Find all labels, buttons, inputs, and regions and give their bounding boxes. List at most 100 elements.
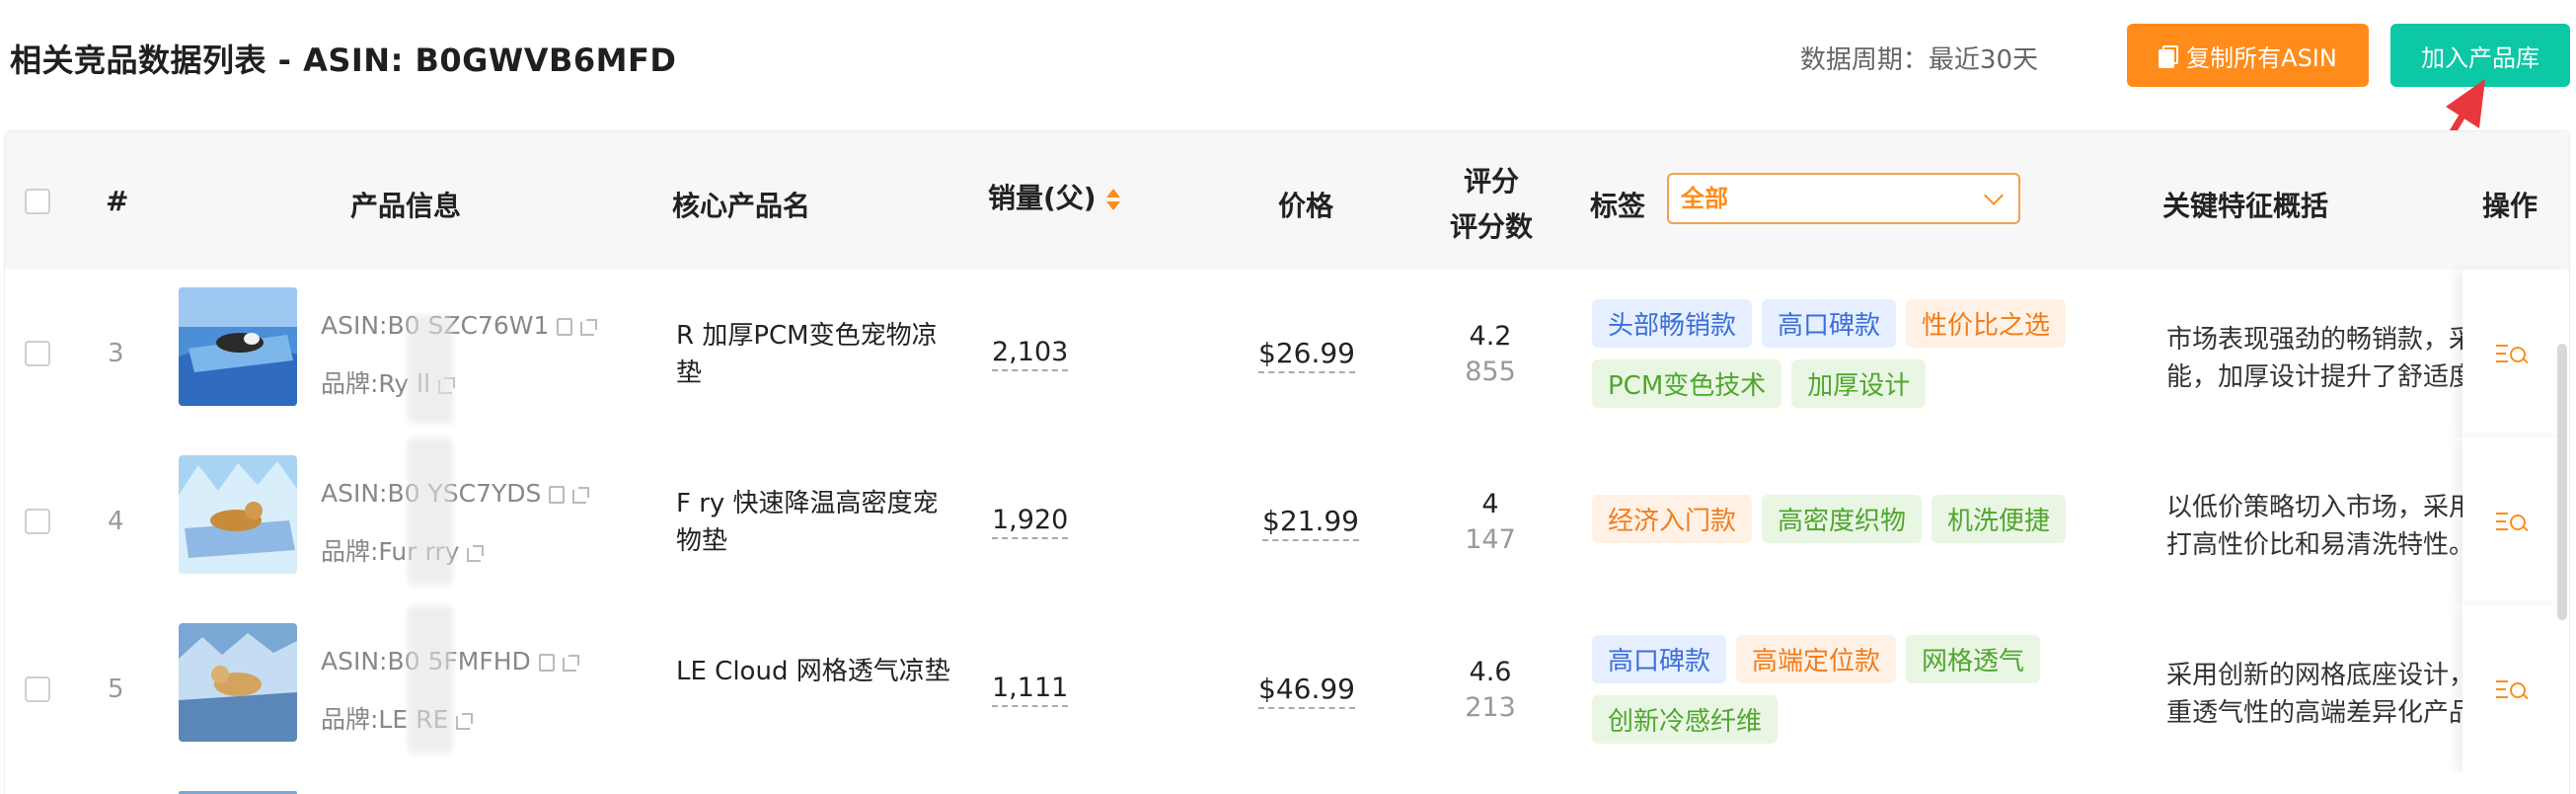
column-rating-label: 评分 xyxy=(1463,165,1519,198)
product-thumbnail[interactable] xyxy=(179,623,297,742)
external-link-icon[interactable] xyxy=(572,487,590,504)
external-link-icon[interactable] xyxy=(467,545,485,562)
rating-value: 4 xyxy=(1481,489,1499,519)
column-core-name: 核心产品名 xyxy=(672,190,811,222)
tag: 加厚设计 xyxy=(1791,359,1927,408)
rating-count: 147 xyxy=(1465,524,1516,555)
feature-line: 以低价策略切入市场，采用 xyxy=(2166,493,2462,522)
copy-icon[interactable] xyxy=(557,318,573,336)
column-rating-count-label: 评分数 xyxy=(1449,210,1533,243)
view-details-icon[interactable] xyxy=(2496,341,2529,364)
column-product-info: 产品信息 xyxy=(350,190,462,222)
tag: 高口碑款 xyxy=(1592,635,1727,683)
feature-line: 采用创新的网格底座设计， xyxy=(2166,661,2462,690)
external-link-icon[interactable] xyxy=(456,713,474,730)
competitor-table: # 产品信息 核心产品名 销量(父) 价格 评分 评分数 标签 全部 关键特征概… xyxy=(4,130,2570,794)
tag: 网格透气 xyxy=(1906,635,2041,683)
rating-value: 4.2 xyxy=(1469,321,1512,352)
ops-cell xyxy=(2462,437,2569,605)
core-product-name: LE Cloud 网格透气凉垫 xyxy=(676,657,950,686)
tag: 创新冷感纤维 xyxy=(1592,695,1779,744)
tag: PCM变色技术 xyxy=(1592,359,1782,408)
feature-line: 打高性价比和易清洗特性。 xyxy=(2166,530,2462,560)
price-value: $21.99 xyxy=(1262,505,1359,541)
tag-list: 高口碑款 高端定位款 网格透气创新冷感纤维 xyxy=(1592,635,2105,755)
feature-line: 能，加厚设计提升了舒适度 xyxy=(2166,362,2462,392)
copy-all-asin-label: 复制所有ASIN xyxy=(2186,43,2337,72)
column-tags: 标签 xyxy=(1590,190,1646,222)
tag-list: 经济入门款 高密度织物 机洗便捷 xyxy=(1592,495,2105,555)
table-row-partial xyxy=(5,773,2569,794)
tag-list: 头部畅销款 高口碑款 性价比之选 PCM变色技术 加厚设计 xyxy=(1592,299,2105,420)
price-value: $26.99 xyxy=(1258,337,1355,373)
tag-filter-select[interactable]: 全部 xyxy=(1667,173,2020,224)
feature-line: 市场表现强劲的畅销款，采 xyxy=(2166,325,2462,355)
row-checkbox[interactable] xyxy=(25,676,50,702)
feature-line: 重透气性的高端差异化产品 xyxy=(2166,698,2462,728)
tag: 高端定位款 xyxy=(1736,635,1897,683)
product-brand: 品牌:Fur rry xyxy=(321,532,485,568)
core-product-name: F ry 快速降温高密度宠物垫 xyxy=(676,489,939,556)
column-sales[interactable]: 销量(父) xyxy=(988,177,1120,216)
copy-icon[interactable] xyxy=(538,654,555,672)
row-number: 4 xyxy=(108,507,124,536)
product-asin: ASIN:B0 SZC76W1 xyxy=(321,311,598,340)
vertical-scrollbar[interactable] xyxy=(2557,344,2567,620)
tag: 高口碑款 xyxy=(1762,299,1897,348)
copy-all-asin-button[interactable]: 复制所有ASIN xyxy=(2127,24,2369,87)
view-details-icon[interactable] xyxy=(2496,509,2529,532)
column-number: # xyxy=(106,185,129,217)
page-title: 相关竞品数据列表 - ASIN: B0GWVB6MFD xyxy=(10,41,677,79)
column-ops: 操作 xyxy=(2482,190,2538,222)
row-number: 5 xyxy=(108,675,124,704)
redaction-blur xyxy=(408,605,453,754)
product-thumbnail[interactable] xyxy=(179,287,297,406)
select-all-checkbox[interactable] xyxy=(25,189,50,214)
rating-cell: 4.2 855 xyxy=(1426,319,1554,390)
sort-icon[interactable] xyxy=(1105,187,1120,212)
row-checkbox[interactable] xyxy=(25,509,50,534)
rating-cell: 4.6 213 xyxy=(1426,655,1554,726)
sales-value: 1,111 xyxy=(992,673,1069,707)
table-row: 4 ASIN:B0 YSC7YDS 品牌:Fur rry F ry 快速降温高密… xyxy=(5,437,2569,606)
tag: 机洗便捷 xyxy=(1932,495,2067,543)
column-sales-label: 销量(父) xyxy=(988,182,1097,214)
row-checkbox[interactable] xyxy=(25,341,50,366)
price-value: $46.99 xyxy=(1258,673,1355,709)
app-root: { "header": { "title": "相关竞品数据列表 - ASIN:… xyxy=(0,0,2576,794)
redaction-blur xyxy=(408,437,453,586)
tag-filter-value: 全部 xyxy=(1681,185,1728,212)
product-asin: ASIN:B0 YSC7YDS xyxy=(321,479,590,508)
copy-icon[interactable] xyxy=(549,486,566,504)
rating-count: 213 xyxy=(1465,692,1516,723)
feature-summary: 采用创新的网格底座设计， 重透气性的高端差异化产品 xyxy=(2166,657,2462,732)
rating-cell: 4 147 xyxy=(1426,487,1554,558)
feature-summary: 市场表现强劲的畅销款，采 能，加厚设计提升了舒适度 xyxy=(2166,321,2462,396)
rating-count: 855 xyxy=(1465,357,1516,387)
add-to-library-label: 加入产品库 xyxy=(2421,43,2539,72)
rating-value: 4.6 xyxy=(1469,657,1512,687)
feature-summary: 以低价策略切入市场，采用 打高性价比和易清洗特性。 xyxy=(2166,489,2462,564)
table-row: 3 ASIN:B0 SZC76W1 品牌:Ry ll R 加厚PCM变色宠物凉垫… xyxy=(5,270,2569,438)
table-row: 5 ASIN:B0 5FMFHD 品牌:LE RE LE Cloud 网格透气凉… xyxy=(5,605,2569,774)
external-link-icon[interactable] xyxy=(562,655,579,672)
ops-cell xyxy=(2462,270,2569,437)
data-period-label: 数据周期：最近30天 xyxy=(1799,45,2038,75)
column-rating: 评分 评分数 xyxy=(1448,159,1535,250)
tag: 头部畅销款 xyxy=(1592,299,1753,348)
column-price: 价格 xyxy=(1278,190,1334,222)
tag: 高密度织物 xyxy=(1762,495,1923,543)
row-number: 3 xyxy=(108,339,124,368)
copy-icon xyxy=(2159,45,2179,68)
tag: 性价比之选 xyxy=(1906,299,2067,348)
view-details-icon[interactable] xyxy=(2496,676,2529,700)
sales-value: 2,103 xyxy=(992,337,1069,371)
table-header: # 产品信息 核心产品名 销量(父) 价格 评分 评分数 标签 全部 关键特征概… xyxy=(5,131,2569,271)
product-thumbnail[interactable] xyxy=(179,455,297,574)
core-product-name: R 加厚PCM变色宠物凉垫 xyxy=(676,321,938,388)
chevron-down-icon xyxy=(1984,186,2004,205)
tag: 经济入门款 xyxy=(1592,495,1753,543)
column-features: 关键特征概括 xyxy=(2162,190,2329,222)
external-link-icon[interactable] xyxy=(580,319,598,336)
sales-value: 1,920 xyxy=(992,505,1069,539)
